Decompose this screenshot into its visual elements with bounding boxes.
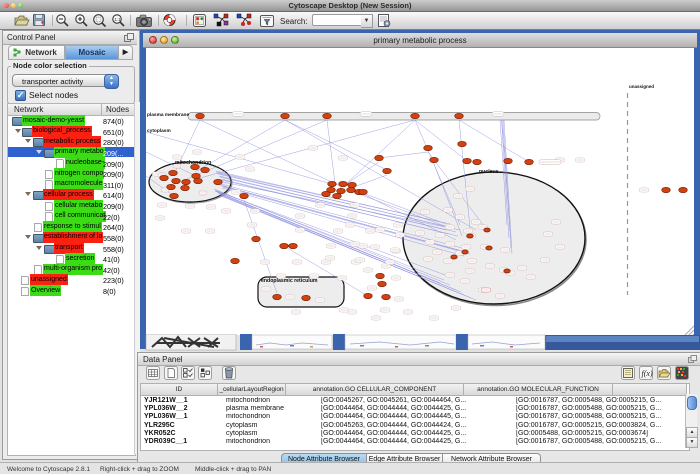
svg-text:mitochondrion: mitochondrion bbox=[175, 160, 211, 166]
svg-text:cytoplasm: cytoplasm bbox=[147, 128, 171, 134]
svg-text:unassigned: unassigned bbox=[629, 84, 654, 89]
svg-text:1:1: 1:1 bbox=[114, 17, 121, 22]
svg-text:f(x): f(x) bbox=[642, 369, 653, 378]
svg-text:nucleus: nucleus bbox=[479, 169, 499, 175]
svg-text:endoplasmic reticulum: endoplasmic reticulum bbox=[261, 278, 318, 284]
svg-text:plasma membrane: plasma membrane bbox=[147, 112, 189, 118]
